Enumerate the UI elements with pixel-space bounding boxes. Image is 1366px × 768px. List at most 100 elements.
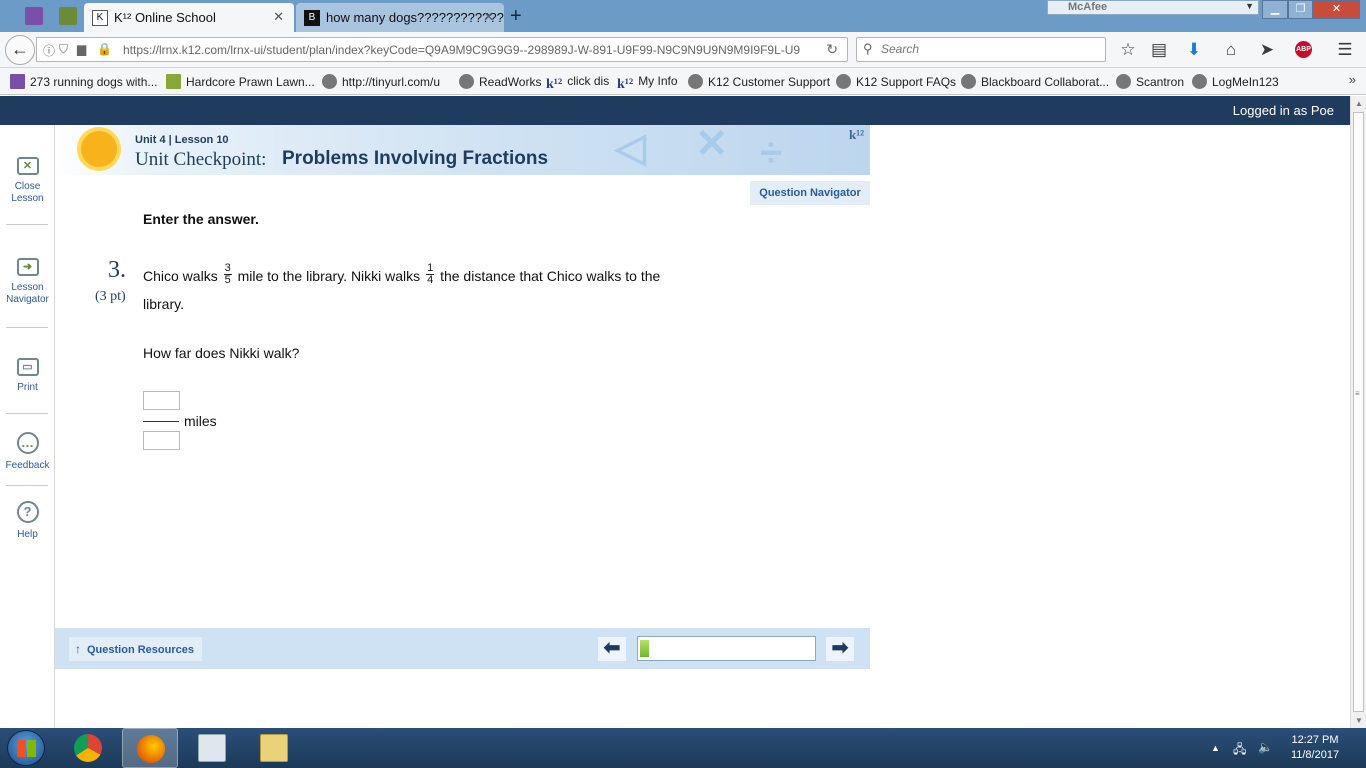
bookmark-item[interactable]: Hardcore Prawn Lawn... bbox=[166, 74, 315, 89]
instruction-text: Enter the answer. bbox=[143, 211, 259, 227]
system-clock[interactable]: 12:27 PM 11/8/2017 bbox=[1284, 733, 1346, 763]
page-scrollbar[interactable]: ▲ ≡ ▼ bbox=[1350, 96, 1366, 728]
bookmark-item[interactable]: LogMeIn123 bbox=[1192, 74, 1279, 89]
reload-icon[interactable]: ↻ bbox=[826, 41, 838, 58]
nav-label: Print bbox=[17, 382, 38, 393]
new-tab-button[interactable]: + bbox=[510, 5, 522, 28]
globe-icon bbox=[961, 74, 976, 89]
taskbar-explorer[interactable] bbox=[246, 728, 302, 768]
question-prompt: How far does Nikki walk? bbox=[143, 345, 300, 361]
answer-numerator-input[interactable] bbox=[143, 391, 180, 410]
url-bar[interactable]: ⓘ ⛉ ▆ 🔒 https://lrnx.k12.com/lrnx-ui/stu… bbox=[36, 37, 848, 62]
bookmark-item[interactable]: Scantron bbox=[1116, 74, 1184, 89]
mixed-content-icon[interactable]: ▆ bbox=[77, 42, 86, 56]
download-icon[interactable]: ⬇ bbox=[1183, 40, 1205, 60]
bookmark-label: K12 Customer Support bbox=[708, 75, 831, 89]
pinned-tab-1[interactable] bbox=[20, 3, 48, 29]
next-question-button[interactable]: ➡ bbox=[826, 637, 854, 661]
maximize-button[interactable]: ❐ bbox=[1288, 0, 1313, 19]
bookmark-star-icon[interactable]: ☆ bbox=[1117, 40, 1139, 60]
arrow-left-icon: ⬅ bbox=[603, 637, 621, 659]
shield-icon[interactable]: ⛉ bbox=[59, 42, 68, 57]
question-navigator-button[interactable]: Question Navigator bbox=[750, 181, 870, 205]
window-close-button[interactable]: ✕ bbox=[1313, 0, 1360, 19]
clock-time: 12:27 PM bbox=[1291, 734, 1339, 746]
fraction-denominator: 4 bbox=[427, 273, 434, 286]
home-icon[interactable]: ⌂ bbox=[1220, 40, 1242, 60]
url-text[interactable]: https://lrnx.k12.com/lrnx-ui/student/pla… bbox=[123, 43, 813, 57]
send-tab-icon[interactable]: ➤ bbox=[1256, 40, 1278, 60]
lesson-navigator-button[interactable]: ➜ Lesson Navigator bbox=[0, 258, 55, 306]
bookmark-item[interactable]: ReadWorks bbox=[459, 74, 541, 89]
globe-icon bbox=[459, 74, 474, 89]
mcafee-toolbar[interactable]: McAfee ▼ bbox=[1047, 0, 1259, 15]
fraction-bar bbox=[143, 421, 179, 422]
adblock-icon[interactable]: ABP bbox=[1295, 41, 1312, 58]
answer-denominator-input[interactable] bbox=[143, 431, 180, 450]
bookmark-item[interactable]: k¹² click dis bbox=[546, 74, 609, 92]
arrow-up-icon: ↑ bbox=[75, 642, 81, 656]
network-icon[interactable]: 🖧 bbox=[1233, 740, 1246, 761]
tab-k12-online-school[interactable]: K K¹² Online School ✕ bbox=[84, 3, 294, 32]
tab-close-icon[interactable]: ✕ bbox=[273, 9, 284, 25]
bookmark-item[interactable]: K12 Customer Support bbox=[688, 74, 830, 89]
fraction-numerator: 1 bbox=[426, 261, 435, 275]
lesson-header-banner: ◁ ✕ ÷ Unit 4 | Lesson 10 Unit Checkpoint… bbox=[55, 125, 870, 175]
tab-close-icon[interactable]: ✕ bbox=[483, 9, 494, 25]
search-bar[interactable]: ⚲ bbox=[856, 37, 1106, 62]
info-icon[interactable]: ⓘ bbox=[43, 42, 55, 59]
folder-icon bbox=[260, 734, 288, 762]
chevron-down-icon[interactable]: ▼ bbox=[1245, 1, 1254, 11]
pinned-tab-2[interactable] bbox=[54, 3, 82, 29]
menu-icon[interactable]: ☰ bbox=[1334, 40, 1356, 60]
bookmark-item[interactable]: 273 running dogs with... bbox=[10, 74, 157, 89]
k12-logo: k¹² bbox=[848, 127, 864, 142]
fraction-numerator: 3 bbox=[223, 261, 232, 275]
bookmark-item[interactable]: Blackboard Collaborat... bbox=[961, 74, 1109, 89]
question-number: 3. bbox=[108, 257, 126, 283]
volume-icon[interactable]: 🔈 bbox=[1258, 740, 1273, 754]
sun-logo bbox=[81, 131, 117, 167]
taskbar-firefox[interactable] bbox=[122, 728, 178, 768]
print-button[interactable]: ▭ Print bbox=[0, 358, 55, 394]
question-text-part: Chico walks bbox=[143, 268, 218, 284]
reading-list-icon[interactable]: ▤ bbox=[1148, 40, 1170, 60]
question-resources-label: Question Resources bbox=[87, 644, 194, 656]
nav-label: Help bbox=[17, 529, 38, 540]
scroll-grip-icon: ≡ bbox=[1355, 389, 1360, 398]
scroll-up-icon[interactable]: ▲ bbox=[1355, 99, 1363, 108]
fraction-denominator: 5 bbox=[224, 273, 231, 286]
decorative-shape: ◁ bbox=[615, 126, 646, 170]
question-text: Chico walks 35 mile to the library. Nikk… bbox=[143, 262, 703, 318]
browser-nav-bar: ← ⓘ ⛉ ▆ 🔒 https://lrnx.k12.com/lrnx-ui/s… bbox=[0, 32, 1366, 68]
bookmark-favicon-icon bbox=[10, 74, 25, 89]
help-icon: ? bbox=[16, 501, 39, 523]
taskbar-chrome[interactable] bbox=[60, 728, 116, 768]
tab-how-many-dogs[interactable]: B how many dogs???????????? ✕ bbox=[296, 3, 504, 32]
globe-icon bbox=[836, 74, 851, 89]
show-hidden-icons-icon[interactable]: ▲ bbox=[1211, 743, 1220, 753]
question-resources-button[interactable]: ↑ Question Resources bbox=[69, 637, 202, 661]
scrollbar-thumb[interactable] bbox=[1353, 112, 1364, 712]
windows-logo-icon bbox=[17, 740, 36, 757]
bookmark-label: Scantron bbox=[1136, 75, 1185, 89]
start-button[interactable] bbox=[7, 730, 45, 766]
bookmark-item[interactable]: k¹² My Info bbox=[617, 74, 678, 92]
search-input[interactable] bbox=[881, 42, 1101, 56]
previous-question-button[interactable]: ⬅ bbox=[598, 637, 626, 661]
k12-icon: k¹² bbox=[617, 77, 634, 92]
back-button[interactable]: ← bbox=[5, 35, 35, 65]
scroll-down-icon[interactable]: ▼ bbox=[1355, 716, 1363, 725]
bookmark-favicon-icon bbox=[166, 74, 181, 89]
tab-title: how many dogs???????????? bbox=[326, 10, 504, 25]
minimize-button[interactable]: ▁ bbox=[1262, 0, 1288, 19]
lock-icon[interactable]: 🔒 bbox=[97, 42, 112, 56]
feedback-button[interactable]: … Feedback bbox=[0, 432, 55, 472]
more-bookmarks-button[interactable]: » bbox=[1349, 72, 1356, 87]
question-bottom-bar: ↑ Question Resources ⬅ ➡ bbox=[55, 628, 870, 669]
bookmark-item[interactable]: K12 Support FAQs bbox=[836, 74, 956, 89]
help-button[interactable]: ? Help bbox=[0, 501, 55, 541]
taskbar-calculator[interactable] bbox=[184, 728, 240, 768]
bookmark-item[interactable]: http://tinyurl.com/u bbox=[322, 74, 440, 89]
close-lesson-button[interactable]: ✕ Close Lesson bbox=[0, 157, 55, 205]
